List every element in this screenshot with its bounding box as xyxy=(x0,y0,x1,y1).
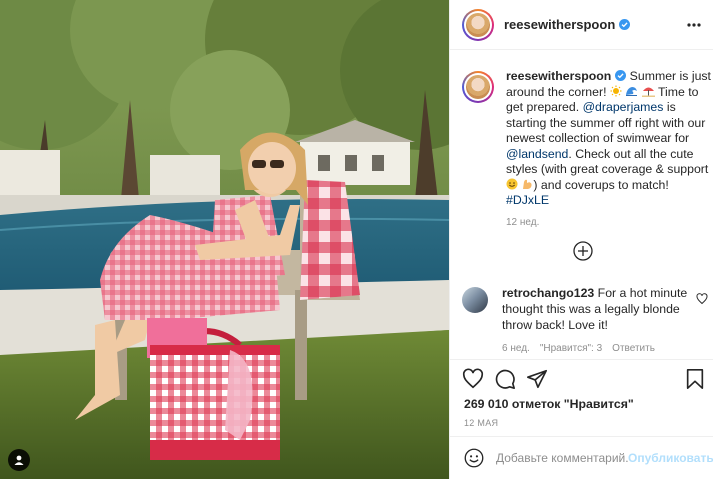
comment-meta: 6 нед. "Нравится": 3 Ответить xyxy=(502,343,708,354)
comment-reply-button[interactable]: Ответить xyxy=(612,343,655,354)
more-options-icon[interactable] xyxy=(686,19,702,31)
plus-circle-icon[interactable] xyxy=(573,241,593,261)
umbrella-emoji-icon xyxy=(641,87,655,97)
post-caption: reesewitherspoon Summer is just around t… xyxy=(462,69,711,228)
add-comment-input[interactable] xyxy=(496,451,628,465)
comment-time-ago[interactable]: 6 нед. xyxy=(502,343,530,354)
heart-icon[interactable] xyxy=(462,368,484,390)
flexed-biceps-emoji-icon xyxy=(523,179,532,189)
comments-section: reesewitherspoon Summer is just around t… xyxy=(450,51,713,365)
add-comment-bar: Опубликовать xyxy=(450,436,713,479)
likes-count[interactable]: 269 010 отметок "Нравится" xyxy=(464,397,634,411)
caption-author-avatar[interactable] xyxy=(462,71,494,103)
post-header: reesewitherspoon xyxy=(450,0,713,50)
post-comment-button[interactable]: Опубликовать xyxy=(628,451,713,465)
user-tag-icon[interactable] xyxy=(8,449,30,471)
verified-badge-icon xyxy=(619,19,631,30)
post-panel: reesewitherspoon reesewitherspoon Summer… xyxy=(449,0,713,479)
comment-likes-count[interactable]: "Нравится": 3 xyxy=(540,343,602,354)
post-image xyxy=(0,0,449,479)
sun-emoji-icon xyxy=(610,85,622,96)
instagram-post: reesewitherspoon reesewitherspoon Summer… xyxy=(0,0,713,479)
comment-item: retrochango123 For a hot minute thought … xyxy=(462,285,708,354)
mention-draperjames[interactable]: @draperjames xyxy=(583,100,664,114)
caption-time-ago[interactable]: 12 нед. xyxy=(506,217,708,228)
commenter-username[interactable]: retrochango123 xyxy=(502,286,594,300)
caption-text-part: ) and coverups to match! xyxy=(533,177,669,192)
verified-badge-icon xyxy=(615,70,627,81)
wave-emoji-icon xyxy=(626,86,638,96)
author-username[interactable]: reesewitherspoon xyxy=(504,17,615,32)
caption-username[interactable]: reesewitherspoon xyxy=(506,69,611,83)
share-icon[interactable] xyxy=(526,368,548,390)
hashtag-djxle[interactable]: #DJxLE xyxy=(506,193,549,207)
post-date[interactable]: 12 МАЯ xyxy=(464,418,498,428)
caption-text: reesewitherspoon Summer is just around t… xyxy=(506,69,711,209)
commenter-avatar[interactable] xyxy=(462,287,488,313)
emoji-icon[interactable] xyxy=(464,448,484,468)
action-icons-row xyxy=(462,368,706,392)
mention-landsend[interactable]: @landsend xyxy=(506,147,568,161)
post-photo[interactable] xyxy=(0,0,449,479)
heart-icon[interactable] xyxy=(696,293,708,305)
author-avatar[interactable] xyxy=(462,8,494,41)
bookmark-icon[interactable] xyxy=(684,368,706,390)
comment-text: retrochango123 For a hot minute thought … xyxy=(502,285,690,333)
comment-icon[interactable] xyxy=(494,368,516,390)
smile-emoji-icon xyxy=(506,178,518,189)
